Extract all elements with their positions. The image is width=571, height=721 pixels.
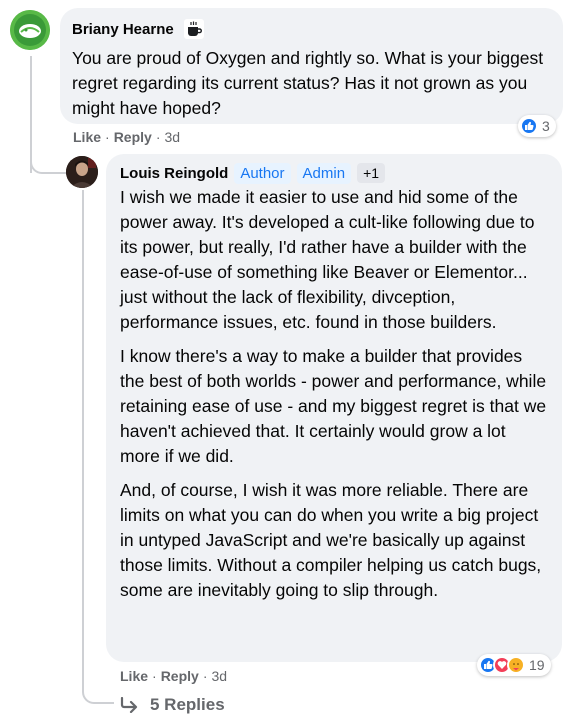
care-reaction-icon (507, 656, 525, 674)
separator: · (152, 668, 157, 684)
author-name[interactable]: Louis Reingold (120, 165, 228, 182)
reply-actions: Like · Reply · 3d (120, 668, 227, 684)
comment-actions: Like · Reply · 3d (73, 129, 180, 145)
admin-badge[interactable]: Admin (296, 162, 352, 184)
separator: · (155, 129, 161, 145)
like-reaction-icon (520, 117, 538, 135)
thread-connector (30, 142, 68, 174)
reaction-summary[interactable]: 19 (477, 654, 551, 676)
reaction-count: 3 (542, 118, 550, 134)
avatar[interactable] (10, 10, 50, 50)
reply-button[interactable]: Reply (114, 129, 152, 145)
reply-button[interactable]: Reply (161, 668, 199, 684)
separator: · (105, 129, 110, 145)
timestamp[interactable]: 3d (164, 129, 180, 145)
like-button[interactable]: Like (120, 668, 148, 684)
comment-paragraph: I wish we made it easier to use and hid … (120, 187, 535, 332)
comment-paragraph: And, of course, I wish it was more relia… (120, 480, 542, 600)
separator: · (202, 668, 208, 684)
author-name[interactable]: Briany Hearne (72, 21, 174, 38)
reaction-summary[interactable]: 3 (518, 115, 556, 137)
thread-connector (82, 672, 114, 704)
avatar-icon (66, 156, 98, 188)
more-badges[interactable]: +1 (357, 163, 386, 183)
timestamp[interactable]: 3d (211, 668, 227, 684)
comment-text: I wish we made it easier to use and hid … (120, 185, 550, 603)
comment-text: You are proud of Oxygen and rightly so. … (72, 48, 544, 118)
author-badge[interactable]: Author (234, 162, 291, 184)
comment-paragraph: I know there's a way to make a builder t… (120, 346, 547, 466)
view-replies-link[interactable]: 5 Replies (120, 695, 225, 715)
thread-line (82, 190, 84, 682)
reply-arrow-icon (120, 697, 140, 713)
reaction-count: 19 (529, 657, 545, 673)
like-button[interactable]: Like (73, 129, 101, 145)
avatar-icon (10, 10, 50, 50)
reply-bubble: Louis Reingold Author Admin +1 I wish we… (106, 154, 562, 662)
comment-bubble: Briany Hearne You are proud of Oxygen an… (60, 8, 563, 124)
avatar[interactable] (66, 156, 98, 188)
coffee-cup-icon[interactable] (182, 18, 206, 40)
replies-label[interactable]: 5 Replies (150, 695, 225, 715)
